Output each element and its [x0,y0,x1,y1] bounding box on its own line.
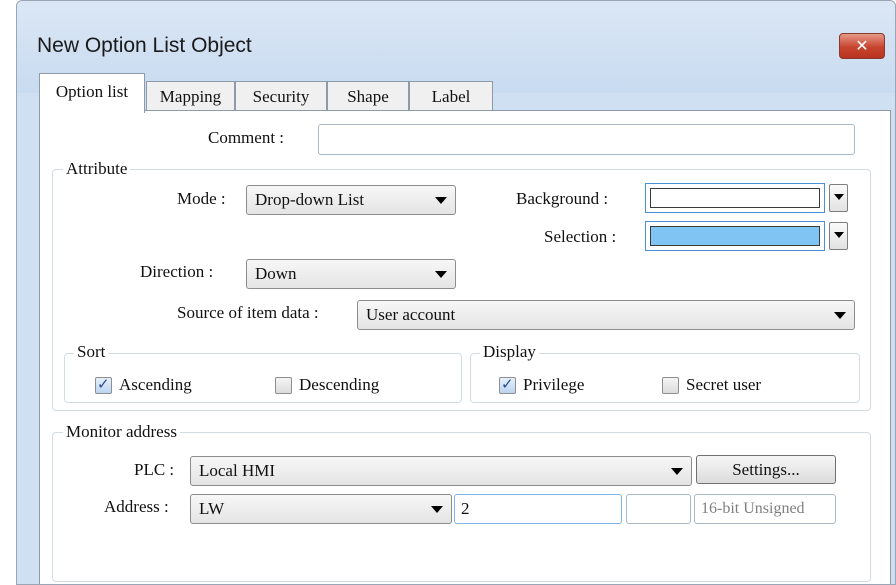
source-select[interactable]: User account [357,300,855,330]
monitor-address-group-label: Monitor address [63,422,180,442]
address-device-select[interactable]: LW [190,494,452,524]
direction-select[interactable]: Down [246,259,456,289]
mode-value: Drop-down List [255,190,365,209]
mode-label: Mode : [177,189,226,208]
background-color-swatch [650,188,820,208]
selection-dropdown-button[interactable] [829,222,848,250]
descending-label: Descending [299,375,380,394]
chevron-down-icon [435,197,447,204]
chevron-down-icon [834,312,846,319]
secret-user-checkbox[interactable] [662,377,679,394]
settings-button[interactable]: Settings... [696,455,836,484]
privilege-label: Privilege [523,375,585,394]
tab-shape[interactable]: Shape [327,81,409,112]
source-value: User account [366,305,456,324]
sort-group-label: Sort [74,342,109,362]
background-color-picker[interactable] [645,183,825,213]
plc-select[interactable]: Local HMI [190,456,692,486]
close-icon: ✕ [855,36,869,55]
window-title: New Option List Object [37,34,252,57]
address-label: Address : [104,497,169,516]
comment-input[interactable] [318,124,855,155]
address-device-value: LW [199,499,225,518]
selection-color-picker[interactable] [645,221,825,251]
source-label: Source of item data : [177,303,319,322]
background-label: Background : [516,189,609,208]
title-bar[interactable]: New Option List Object ✕ [17,1,895,93]
chevron-down-icon [435,271,447,278]
address-value-input[interactable]: 2 [454,494,622,524]
privilege-checkbox[interactable] [499,375,516,394]
selection-label: Selection : [544,227,617,246]
plc-label: PLC : [134,460,175,479]
dialog-window: New Option List Object ✕ Option list Map… [16,0,896,585]
selection-color-swatch [650,226,820,246]
secret-user-label: Secret user [686,375,762,394]
chevron-down-icon [671,468,683,475]
descending-checkbox[interactable] [275,377,292,394]
ascending-label: Ascending [119,375,192,394]
display-group-label: Display [480,342,539,362]
option-list-panel: Comment : Attribute Mode : Drop-down Lis… [39,110,891,584]
address-format-field: 16-bit Unsigned [694,494,836,524]
tab-label[interactable]: Label [409,81,493,112]
direction-value: Down [255,264,297,283]
background-dropdown-button[interactable] [829,184,848,212]
attribute-group-label: Attribute [63,159,131,179]
mode-select[interactable]: Drop-down List [246,185,456,215]
plc-value: Local HMI [199,461,276,480]
tab-mapping[interactable]: Mapping [146,81,235,112]
address-extra-input[interactable] [626,494,691,524]
close-button[interactable]: ✕ [839,33,885,59]
ascending-checkbox[interactable] [95,375,112,394]
tab-security[interactable]: Security [235,81,327,112]
direction-label: Direction : [140,262,214,281]
chevron-down-icon [431,506,443,513]
comment-label: Comment : [208,128,285,147]
tab-option-list[interactable]: Option list [39,73,145,113]
